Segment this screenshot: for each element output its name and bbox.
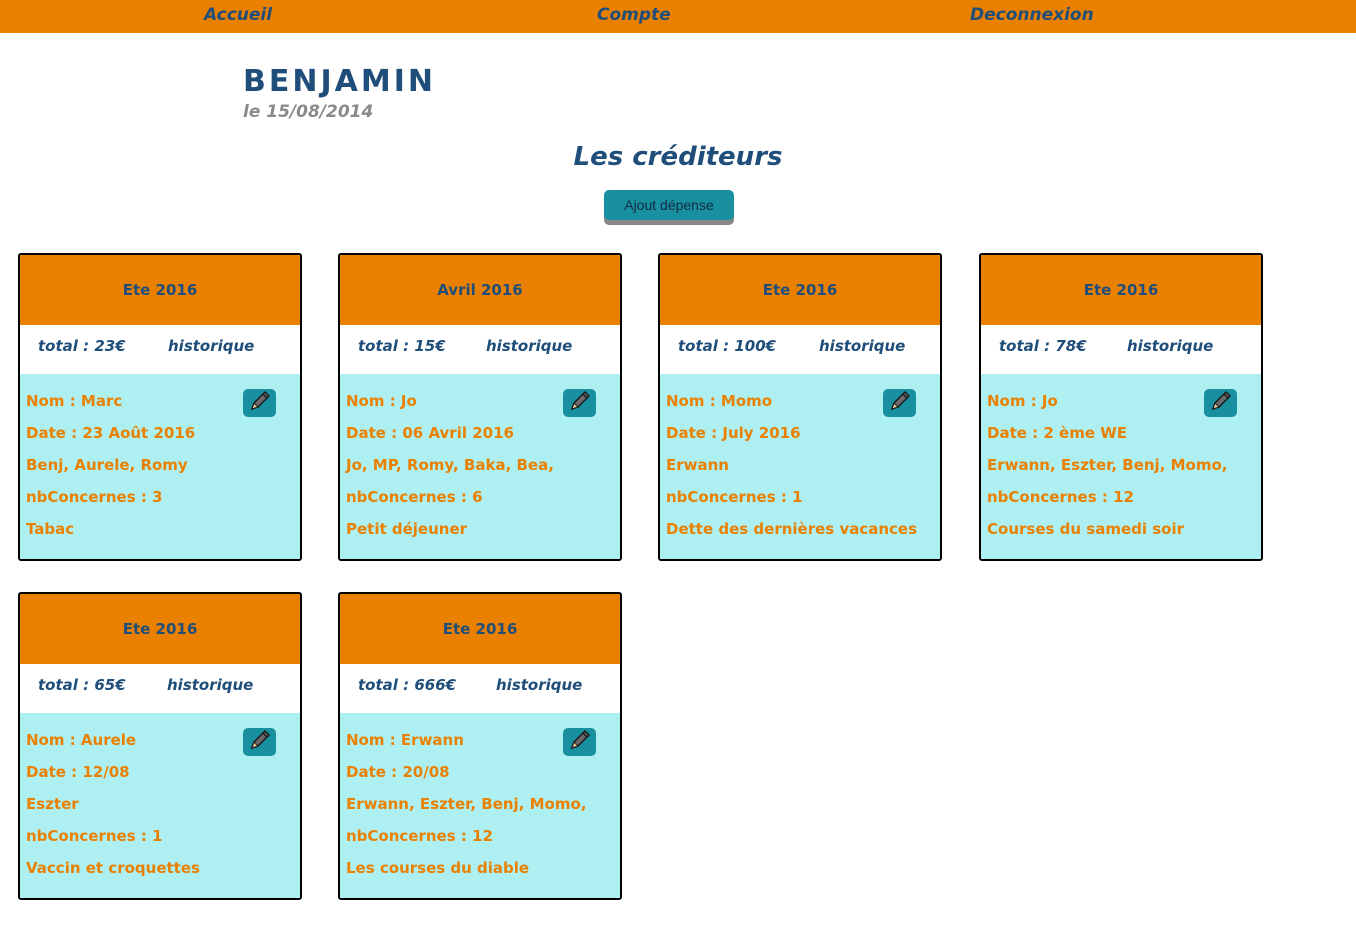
card-date: Date : 23 Août 2016 bbox=[26, 424, 196, 442]
edit-button[interactable] bbox=[883, 389, 916, 417]
card-summary: total : 78€ historique bbox=[981, 325, 1261, 374]
card-date: Date : 2 ème WE bbox=[987, 424, 1128, 442]
card-total: total : 23€ bbox=[38, 337, 126, 355]
card-count: nbConcernes : 1 bbox=[26, 827, 163, 845]
top-navigation: Accueil Compte Deconnexion bbox=[0, 0, 1356, 33]
card-details: Nom : Erwann Date : 20/08 Erwann, Eszter, … bbox=[340, 713, 620, 898]
pencil-icon bbox=[568, 390, 592, 416]
card-total: total : 15€ bbox=[358, 337, 446, 355]
nav-account-link[interactable]: Compte bbox=[597, 5, 671, 25]
card-participants: Erwann bbox=[666, 456, 729, 474]
card-count: nbConcernes : 12 bbox=[987, 488, 1134, 506]
card-summary: total : 23€ historique bbox=[20, 325, 300, 374]
card-details: Nom : Jo Date : 06 Avril 2016 Jo, MP, Romy… bbox=[340, 374, 620, 559]
user-name: BENJAMIN bbox=[243, 64, 436, 99]
card-total: total : 666€ bbox=[358, 676, 457, 694]
card-description: Vaccin et croquettes bbox=[26, 859, 200, 877]
card-name: Nom : Jo bbox=[346, 392, 417, 410]
card-date: Date : 06 Avril 2016 bbox=[346, 424, 514, 442]
card-total: total : 65€ bbox=[38, 676, 126, 694]
history-link[interactable]: historique bbox=[168, 337, 254, 355]
card-period: Ete 2016 bbox=[981, 255, 1261, 325]
card-participants: Eszter bbox=[26, 795, 79, 813]
card-name: Nom : Momo bbox=[666, 392, 773, 410]
creditor-card: Ete 2016 total : 666€ historique Nom : Erwa… bbox=[338, 592, 622, 900]
card-total: total : 78€ bbox=[999, 337, 1087, 355]
user-date: le 15/08/2014 bbox=[243, 102, 374, 122]
card-period: Ete 2016 bbox=[20, 594, 300, 664]
card-count: nbConcernes : 3 bbox=[26, 488, 163, 506]
card-count: nbConcernes : 1 bbox=[666, 488, 803, 506]
card-date: Date : July 2016 bbox=[666, 424, 801, 442]
edit-button[interactable] bbox=[563, 728, 596, 756]
card-details: Nom : Jo Date : 2 ème WE Erwann, Eszter, B… bbox=[981, 374, 1261, 559]
nav-home-link[interactable]: Accueil bbox=[204, 5, 272, 25]
card-name: Nom : Aurele bbox=[26, 731, 137, 749]
card-description: Dette des dernières vacances bbox=[666, 520, 918, 538]
card-details: Nom : Marc Date : 23 Août 2016 Benj, Aurel… bbox=[20, 374, 300, 559]
pencil-icon bbox=[248, 729, 272, 755]
add-expense-button[interactable]: Ajout dépense bbox=[604, 190, 734, 220]
creditor-card: Ete 2016 total : 78€ historique Nom : Jo Dat… bbox=[979, 253, 1263, 561]
card-description: Petit déjeuner bbox=[346, 520, 468, 538]
card-description: Les courses du diable bbox=[346, 859, 530, 877]
card-description: Courses du samedi soir bbox=[987, 520, 1185, 538]
pencil-icon bbox=[888, 390, 912, 416]
pencil-icon bbox=[568, 729, 592, 755]
card-name: Nom : Marc bbox=[26, 392, 123, 410]
creditor-card: Ete 2016 total : 23€ historique Nom : Marc D… bbox=[18, 253, 302, 561]
card-date: Date : 12/08 bbox=[26, 763, 130, 781]
card-description: Tabac bbox=[26, 520, 75, 538]
card-details: Nom : Momo Date : July 2016 Erwann nbConcer… bbox=[660, 374, 940, 559]
card-total: total : 100€ bbox=[678, 337, 777, 355]
history-link[interactable]: historique bbox=[167, 676, 253, 694]
card-summary: total : 15€ historique bbox=[340, 325, 620, 374]
card-participants: Erwann, Eszter, Benj, Momo, bbox=[987, 456, 1228, 474]
card-participants: Jo, MP, Romy, Baka, Bea, bbox=[346, 456, 554, 474]
creditor-card: Avril 2016 total : 15€ historique Nom : Jo D… bbox=[338, 253, 622, 561]
pencil-icon bbox=[1209, 390, 1233, 416]
card-count: nbConcernes : 6 bbox=[346, 488, 483, 506]
pencil-icon bbox=[248, 390, 272, 416]
edit-button[interactable] bbox=[243, 728, 276, 756]
card-participants: Benj, Aurele, Romy bbox=[26, 456, 188, 474]
creditor-card: Ete 2016 total : 100€ historique Nom : Momo… bbox=[658, 253, 942, 561]
creditor-card: Ete 2016 total : 65€ historique Nom : Aurel… bbox=[18, 592, 302, 900]
nav-logout-link[interactable]: Deconnexion bbox=[970, 5, 1094, 25]
card-details: Nom : Aurele Date : 12/08 Eszter nbConcerne… bbox=[20, 713, 300, 898]
edit-button[interactable] bbox=[563, 389, 596, 417]
card-period: Ete 2016 bbox=[660, 255, 940, 325]
history-link[interactable]: historique bbox=[819, 337, 905, 355]
history-link[interactable]: historique bbox=[1127, 337, 1213, 355]
card-name: Nom : Jo bbox=[987, 392, 1058, 410]
history-link[interactable]: historique bbox=[496, 676, 582, 694]
edit-button[interactable] bbox=[243, 389, 276, 417]
card-period: Ete 2016 bbox=[340, 594, 620, 664]
card-name: Nom : Erwann bbox=[346, 731, 464, 749]
card-summary: total : 65€ historique bbox=[20, 664, 300, 713]
card-period: Avril 2016 bbox=[340, 255, 620, 325]
page-title: Les créditeurs bbox=[573, 142, 783, 172]
card-summary: total : 666€ historique bbox=[340, 664, 620, 713]
edit-button[interactable] bbox=[1204, 389, 1237, 417]
card-period: Ete 2016 bbox=[20, 255, 300, 325]
card-count: nbConcernes : 12 bbox=[346, 827, 493, 845]
card-participants: Erwann, Eszter, Benj, Momo, bbox=[346, 795, 587, 813]
card-date: Date : 20/08 bbox=[346, 763, 450, 781]
history-link[interactable]: historique bbox=[486, 337, 572, 355]
card-summary: total : 100€ historique bbox=[660, 325, 940, 374]
